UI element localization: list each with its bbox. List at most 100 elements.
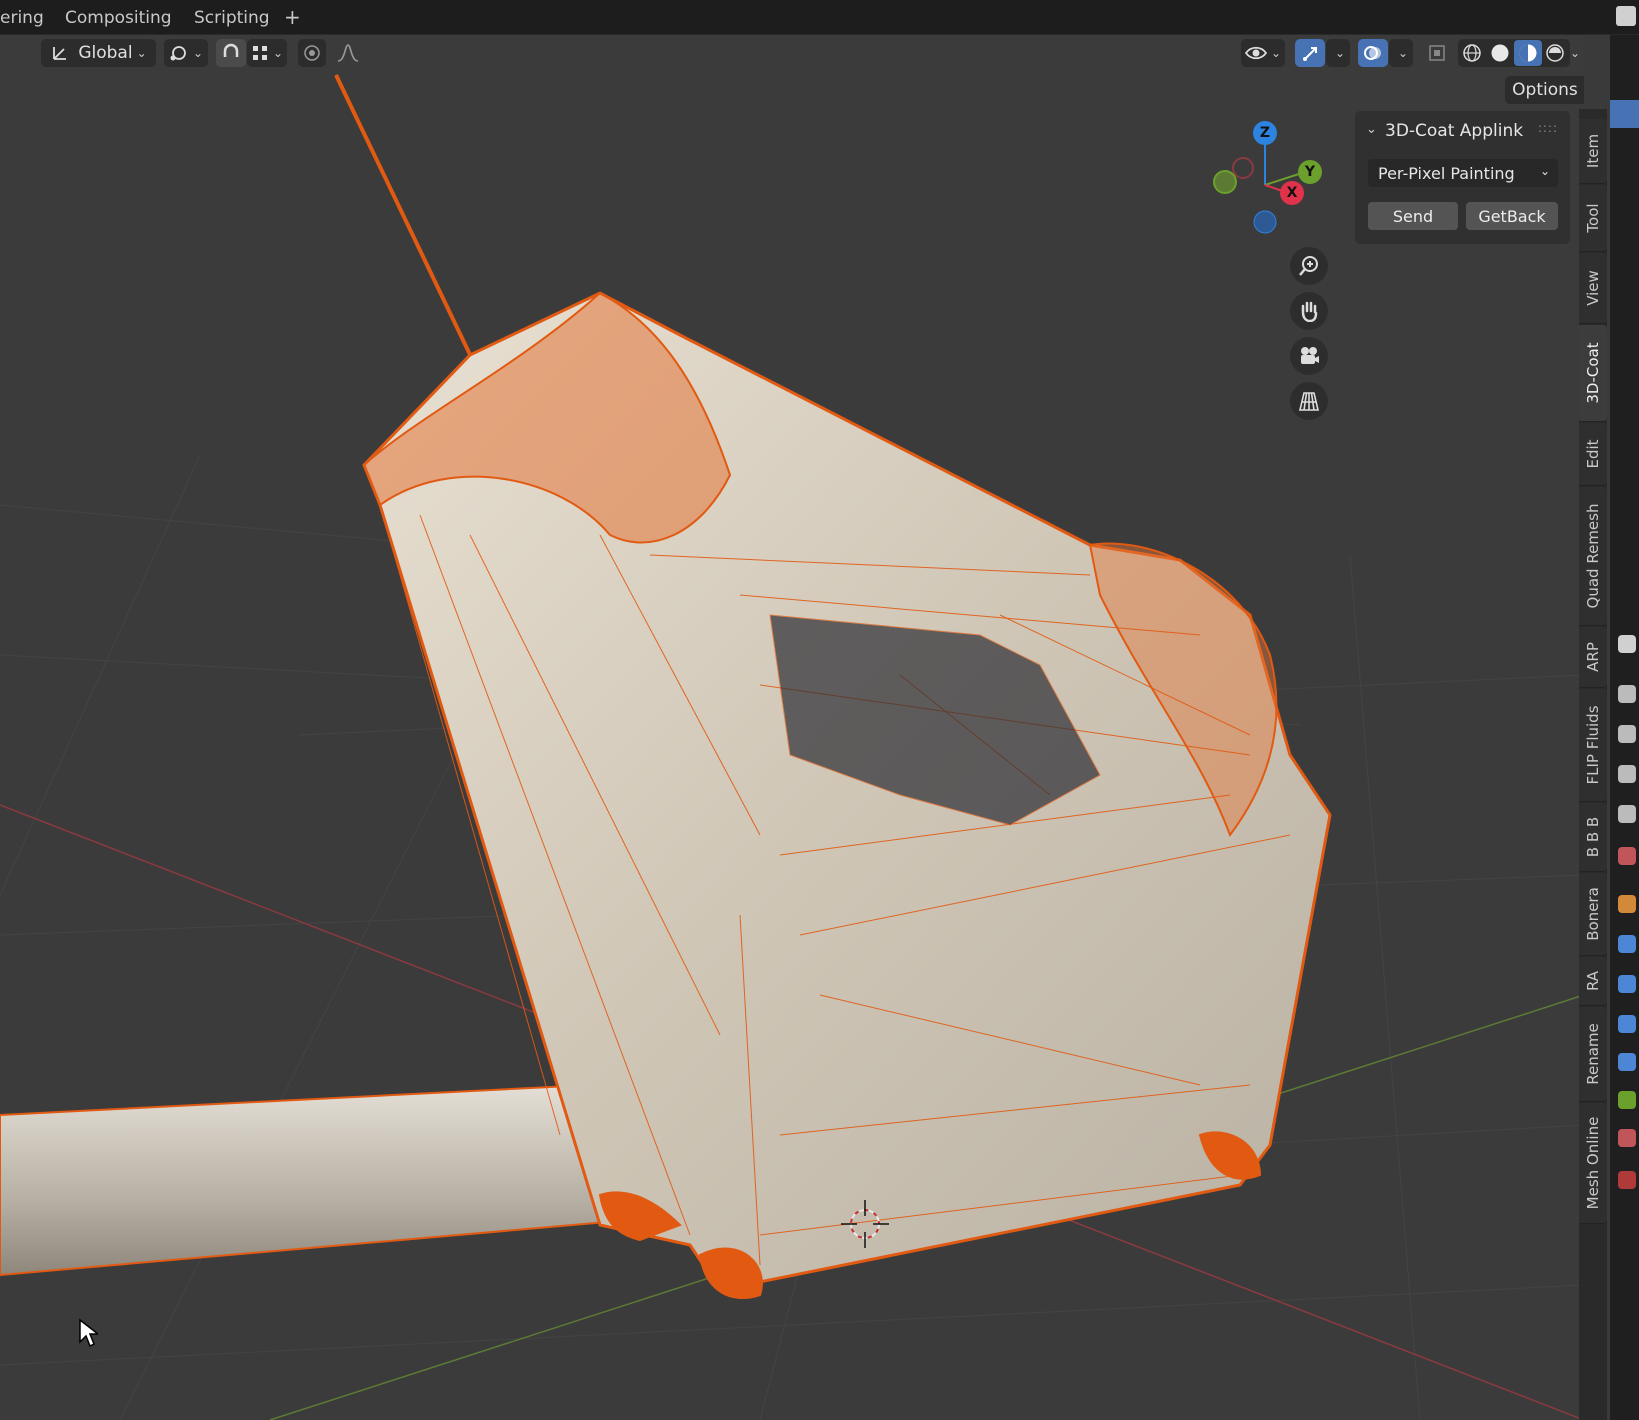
pivot-point-dropdown[interactable]: ⌄ <box>164 39 208 67</box>
sidebar-tab-flip-fluids[interactable]: FLIP Fluids <box>1579 689 1607 802</box>
tab-scripting[interactable]: Scripting <box>194 8 270 28</box>
sidebar-tab-tool[interactable]: Tool <box>1579 185 1607 252</box>
physics-properties-icon[interactable] <box>1618 1015 1636 1033</box>
sidebar-tab-label: 3D-Coat <box>1584 342 1602 404</box>
sidebar-tab-mesh-online[interactable]: Mesh Online <box>1579 1103 1607 1224</box>
chevron-down-icon: ⌄ <box>1582 83 1584 97</box>
chevron-down-icon: ⌄ <box>1569 46 1581 60</box>
sidebar-tab-label: Edit <box>1584 439 1602 469</box>
tab-rendering[interactable]: ering <box>0 8 44 28</box>
viewport-shading-group <box>1458 39 1570 67</box>
chevron-down-icon: ⌄ <box>272 46 284 60</box>
proportional-edit-icon <box>304 45 320 61</box>
sidebar-tab-ra[interactable]: RA <box>1579 957 1607 1006</box>
chevron-down-icon: ⌄ <box>136 46 147 60</box>
solid-shading-icon <box>1491 44 1509 62</box>
sidebar-tab-quad-remesh[interactable]: Quad Remesh <box>1579 487 1607 626</box>
tool-properties-icon[interactable] <box>1618 635 1636 653</box>
data-properties-icon[interactable] <box>1618 1091 1636 1109</box>
sidebar-tab-item[interactable]: Item <box>1579 119 1607 184</box>
gizmo-y-label: Y <box>1304 164 1316 180</box>
grid-perspective-icon <box>1298 392 1320 411</box>
falloff-curve-icon <box>337 44 359 62</box>
snap-target-dropdown[interactable]: ⌄ <box>247 39 287 67</box>
overlay-toggle[interactable] <box>1358 39 1388 67</box>
material-shading-icon <box>1519 44 1537 62</box>
sidebar-tab-label: B B B <box>1584 816 1602 858</box>
sidebar-tab-bonera[interactable]: Bonera <box>1579 873 1607 956</box>
sidebar-tab-rename[interactable]: Rename <box>1579 1007 1607 1102</box>
gizmo-x-label: X <box>1286 185 1298 201</box>
mouse-cursor <box>78 1318 101 1352</box>
particles-properties-icon[interactable] <box>1618 975 1636 993</box>
zoom-icon <box>1299 256 1318 276</box>
render-properties-icon[interactable] <box>1618 685 1636 703</box>
properties-header <box>1610 100 1639 128</box>
pivot-icon <box>170 46 186 61</box>
sidebar-tab-label: View <box>1584 270 1602 306</box>
sidebar-tab-label: FLIP Fluids <box>1584 705 1602 785</box>
properties-editor-strip <box>1610 35 1639 1420</box>
sidebar-tab-label: Rename <box>1584 1023 1602 1085</box>
texture-properties-icon[interactable] <box>1618 1171 1636 1189</box>
top-right-icon[interactable] <box>1616 6 1636 26</box>
shading-dropdown[interactable]: ⌄ <box>1567 39 1583 67</box>
sidebar-tab-3dcoat[interactable]: 3D-Coat <box>1579 325 1607 422</box>
constraints-properties-icon[interactable] <box>1618 1053 1636 1071</box>
panel-title[interactable]: 3D-Coat Applink <box>1385 121 1523 141</box>
camera-view-button[interactable] <box>1290 337 1328 375</box>
sidebar-tabs: Item Tool View 3D-Coat Edit Quad Remesh … <box>1579 109 1607 1420</box>
3d-viewport[interactable]: Z Y X Global ⌄ ⌄ ⌄ ⌄ ⌄ ⌄ ⌄ Options <box>0 35 1584 1420</box>
3dcoat-applink-panel: ⌄ 3D-Coat Applink :::: Per-Pixel Paintin… <box>1355 111 1570 244</box>
overlay-dropdown[interactable]: ⌄ <box>1389 39 1413 67</box>
sidebar-tab-label: Quad Remesh <box>1584 503 1602 609</box>
proportional-edit-toggle[interactable] <box>298 39 326 67</box>
workspace-bar: ering Compositing Scripting + <box>0 0 1639 35</box>
world-properties-icon[interactable] <box>1618 847 1636 865</box>
xray-toggle[interactable] <box>1422 39 1452 67</box>
send-button[interactable]: Send <box>1368 202 1458 230</box>
snap-toggle[interactable] <box>216 39 246 67</box>
gizmo-z-axis[interactable]: Z <box>1253 121 1277 145</box>
sidebar-tab-label: ARP <box>1584 642 1602 672</box>
scene-canvas <box>0 74 1584 1420</box>
sidebar-tab-arp[interactable]: ARP <box>1579 627 1607 688</box>
gizmo-toggle[interactable] <box>1295 39 1325 67</box>
hand-icon <box>1301 301 1318 322</box>
perspective-toggle-button[interactable] <box>1290 382 1328 420</box>
chevron-down-icon: ⌄ <box>1397 46 1409 60</box>
pan-button[interactable] <box>1290 292 1328 330</box>
sidebar-tab-bbb[interactable]: B B B <box>1579 803 1607 872</box>
sidebar-tab-view[interactable]: View <box>1579 253 1607 324</box>
sidebar-tab-edit[interactable]: Edit <box>1579 423 1607 486</box>
gizmo-dropdown[interactable]: ⌄ <box>1326 39 1350 67</box>
falloff-dropdown[interactable] <box>328 39 368 67</box>
shading-icons <box>1463 40 1564 66</box>
add-workspace-button[interactable]: + <box>284 5 301 29</box>
tab-compositing[interactable]: Compositing <box>65 8 172 28</box>
camera-icon <box>1301 347 1319 364</box>
drag-handle-icon[interactable]: :::: <box>1538 121 1558 135</box>
transform-orientation-dropdown[interactable]: Global ⌄ <box>41 39 156 67</box>
painting-mode-value: Per-Pixel Painting <box>1378 163 1515 183</box>
getback-button[interactable]: GetBack <box>1466 202 1558 230</box>
options-label: Options <box>1512 80 1578 100</box>
options-dropdown[interactable]: Options ⌄ <box>1505 76 1584 104</box>
transform-orientation-value: Global <box>78 43 133 63</box>
gizmo-y-axis[interactable]: Y <box>1298 160 1322 184</box>
painting-mode-dropdown[interactable]: Per-Pixel Painting ⌄ <box>1368 159 1558 187</box>
visibility-dropdown[interactable]: ⌄ <box>1241 39 1285 67</box>
modifier-properties-icon[interactable] <box>1618 935 1636 953</box>
chevron-down-icon: ⌄ <box>1270 46 1282 60</box>
material-properties-icon[interactable] <box>1618 1129 1636 1147</box>
view-layer-properties-icon[interactable] <box>1618 765 1636 783</box>
mesh-leg <box>0 1083 632 1277</box>
object-properties-icon[interactable] <box>1618 895 1636 913</box>
panel-collapse-icon[interactable]: ⌄ <box>1366 122 1377 137</box>
snap-grid-icon <box>252 46 267 60</box>
zoom-button[interactable] <box>1290 247 1328 285</box>
scene-properties-icon[interactable] <box>1618 805 1636 823</box>
output-properties-icon[interactable] <box>1618 725 1636 743</box>
gizmo-x-axis[interactable]: X <box>1280 181 1304 205</box>
sidebar-tab-label: Tool <box>1584 203 1602 233</box>
